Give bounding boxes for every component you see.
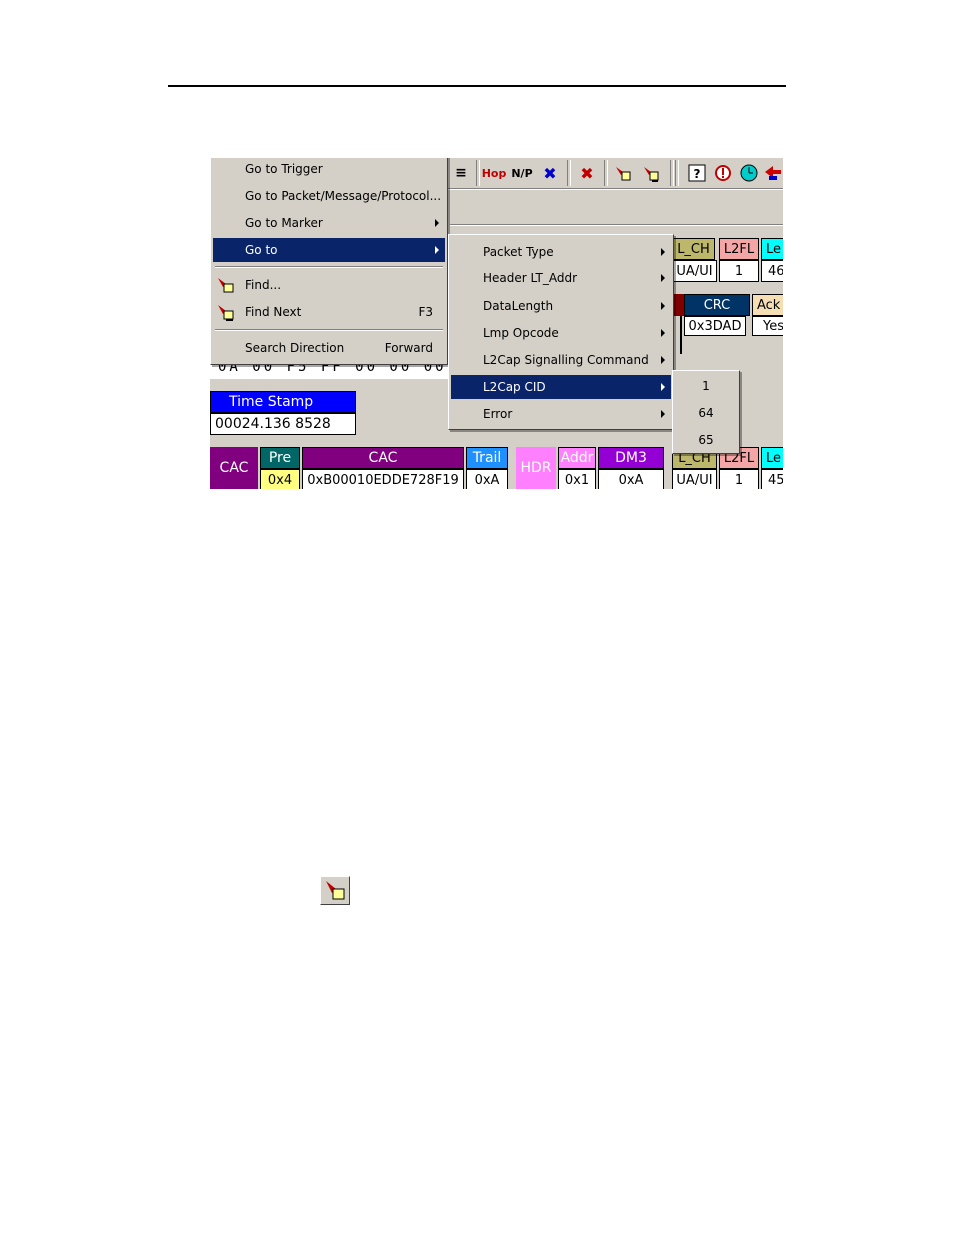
le-value-bottom: 45 (761, 469, 783, 489)
cid-item-1[interactable]: 1 (675, 374, 737, 398)
l-ch-header: L_CH (672, 238, 715, 260)
le-header-bottom: Le (761, 447, 783, 469)
clock-icon[interactable] (738, 162, 760, 184)
submenu-arrow-icon (661, 248, 665, 256)
cid-submenu: 1 64 65 (672, 370, 740, 454)
pre-value: 0x4 (260, 469, 300, 489)
submenu-arrow-icon (661, 329, 665, 337)
menu-item-find-next[interactable]: Find Next F3 (213, 300, 445, 324)
submenu-item-header-lt-addr[interactable]: Header LT_Addr (451, 266, 671, 290)
alert-icon[interactable] (712, 162, 734, 184)
l-ch-value: UA/UI (672, 260, 717, 282)
trail-value: 0xA (466, 469, 508, 489)
toolbar-separator (476, 160, 480, 186)
submenu-item-packet-type[interactable]: Packet Type (451, 240, 671, 264)
submenu-arrow-icon (661, 356, 665, 364)
frontline-analyzer-screenshot: ≡ Hop N/P ✖ ✖ ? L_CH L2FL Le UA/UI 1 46 … (210, 158, 783, 489)
submenu-arrow-icon (661, 302, 665, 310)
submenu-arrow-icon (435, 219, 439, 227)
filter-x-red-icon[interactable]: ✖ (576, 162, 598, 184)
second-toolbar-line (450, 224, 783, 226)
np-button[interactable]: N/P (511, 162, 533, 184)
cid-item-65[interactable]: 65 (675, 428, 737, 452)
cac-value: 0xB00010EDDE728F19 (302, 469, 464, 489)
submenu-arrow-icon (661, 274, 665, 282)
menu-item-go-to[interactable]: Go to (213, 238, 445, 262)
l-ch-value-bottom: UA/UI (672, 469, 717, 489)
timestamp-header: Time Stamp (210, 391, 356, 413)
hop-label: Hop (481, 166, 507, 180)
find-toolbar-icon (320, 876, 350, 905)
addr-value: 0x1 (558, 469, 596, 489)
ack-header: Ack (752, 294, 783, 316)
ack-value: Yes (752, 316, 783, 336)
submenu-item-lmp-opcode[interactable]: Lmp Opcode (451, 321, 671, 345)
hdr-block: HDR (516, 447, 556, 489)
help-icon[interactable]: ? (686, 162, 708, 184)
menu-separator (215, 266, 443, 268)
submenu-arrow-icon (661, 383, 665, 391)
find-flashlight-icon[interactable] (612, 162, 634, 184)
svg-text:?: ? (694, 167, 701, 181)
cid-item-64[interactable]: 64 (675, 401, 737, 425)
l2fl-value-bottom: 1 (719, 469, 759, 489)
menu-item-go-to-marker[interactable]: Go to Marker (213, 211, 445, 235)
find-next-flashlight-icon[interactable] (640, 162, 662, 184)
toolbar-separator (567, 160, 571, 186)
submenu-arrow-icon (661, 410, 665, 418)
menu-item-find[interactable]: Find... (213, 273, 445, 297)
pre-header: Pre (260, 447, 300, 469)
header-rule (168, 85, 786, 87)
crc-value: 0x3DAD (684, 316, 746, 336)
cac-block: CAC (210, 447, 258, 489)
cac-header: CAC (302, 447, 464, 469)
menu-item-search-direction[interactable]: Search Direction Forward (213, 336, 445, 360)
toolbar-separator (670, 160, 674, 186)
toolbar-separator (604, 160, 608, 186)
menu-separator (215, 329, 443, 331)
l2fl-value: 1 (719, 260, 759, 282)
addr-header: Addr (558, 447, 596, 469)
dm3-header: DM3 (598, 447, 664, 469)
find-next-flashlight-icon (217, 303, 235, 324)
goto-submenu: Packet Type Header LT_Addr DataLength Lm… (448, 234, 674, 430)
trail-header: Trail (466, 447, 508, 469)
submenu-item-datalength[interactable]: DataLength (451, 294, 671, 318)
submenu-item-l2cap-cid[interactable]: L2Cap CID (451, 375, 671, 399)
submenu-item-l2cap-signalling-command[interactable]: L2Cap Signalling Command (451, 348, 671, 372)
le-header: Le (761, 238, 783, 260)
wrap-icon[interactable]: ≡ (450, 162, 472, 184)
l2fl-header: L2FL (719, 238, 759, 260)
dm3-value: 0xA (598, 469, 664, 489)
filter-x-icon[interactable]: ✖ (539, 162, 561, 184)
find-flashlight-icon (217, 276, 235, 297)
hop-button[interactable]: Hop (481, 162, 507, 184)
crc-header: CRC (684, 294, 750, 316)
np-label: N/P (511, 166, 533, 180)
arrow-icon[interactable] (762, 162, 783, 184)
flashlight-icon (326, 881, 345, 900)
submenu-item-error[interactable]: Error (451, 402, 671, 426)
le-value: 46 (761, 260, 783, 282)
timestamp-value: 00024.136 8528 (210, 413, 356, 435)
toolbar-separator (675, 160, 679, 186)
menu-item-go-to-packet-message-protocol[interactable]: Go to Packet/Message/Protocol... (213, 184, 445, 208)
menu-item-go-to-trigger[interactable]: Go to Trigger (213, 158, 445, 181)
submenu-arrow-icon (435, 246, 439, 254)
goto-menu: Go to Trigger Go to Packet/Message/Proto… (210, 158, 448, 365)
